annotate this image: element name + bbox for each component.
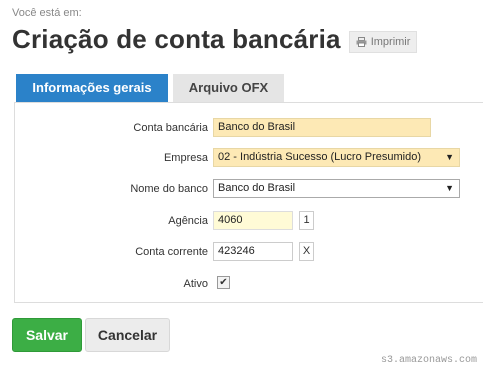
title-row: Criação de conta bancária Imprimir [12,24,418,55]
tab-arquivo-ofx[interactable]: Arquivo OFX [173,74,284,102]
print-label: Imprimir [370,35,411,48]
conta-corrente-digit-input[interactable]: X [299,242,314,261]
conta-corrente-label: Conta corrente [135,246,208,258]
nome-banco-select[interactable]: Banco do Brasil ▼ [213,179,460,198]
agencia-input[interactable]: 4060 [213,211,293,230]
conta-bancaria-input[interactable]: Banco do Brasil [213,118,431,137]
conta-bancaria-label: Conta bancária [133,122,208,134]
ativo-checkbox[interactable]: ✔ [217,276,230,289]
checkmark-icon: ✔ [219,277,228,288]
tab-bar: Informações gerais Arquivo OFX [16,74,289,102]
form-panel: Conta bancária Banco do Brasil Empresa 0… [14,102,483,303]
conta-corrente-input[interactable]: 423246 [213,242,293,261]
ativo-label: Ativo [183,278,208,290]
page-title: Criação de conta bancária [12,24,341,54]
empresa-select[interactable]: 02 - Indústria Sucesso (Lucro Presumido)… [213,148,460,167]
printer-icon [356,36,367,47]
breadcrumb: Você está em: [12,7,82,19]
empresa-label: Empresa [163,152,208,164]
row-ativo: Ativo ✔ [15,274,483,296]
agencia-digit-input[interactable]: 1 [299,211,314,230]
row-conta-corrente: Conta corrente 423246 X [15,242,483,264]
nome-banco-value: Banco do Brasil [218,182,296,194]
row-conta-bancaria: Conta bancária Banco do Brasil [15,118,483,140]
dropdown-arrow-icon: ▼ [445,152,454,162]
row-agencia: Agência 4060 1 [15,211,483,233]
agencia-label: Agência [168,215,208,227]
save-button[interactable]: Salvar [12,318,82,352]
row-empresa: Empresa 02 - Indústria Sucesso (Lucro Pr… [15,148,483,170]
row-nome-banco: Nome do banco Banco do Brasil ▼ [15,179,483,201]
nome-banco-label: Nome do banco [130,183,208,195]
cancel-button[interactable]: Cancelar [85,318,170,352]
print-button[interactable]: Imprimir [348,30,418,53]
tab-informacoes-gerais[interactable]: Informações gerais [16,74,168,102]
empresa-value: 02 - Indústria Sucesso (Lucro Presumido) [218,151,421,163]
watermark: s3.amazonaws.com [380,355,477,366]
dropdown-arrow-icon: ▼ [445,183,454,193]
